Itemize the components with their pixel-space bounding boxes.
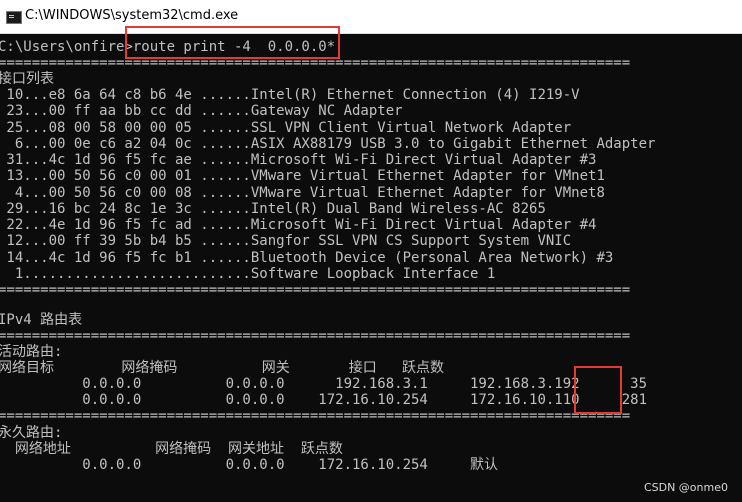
interface-row: 13...00 50 56 c0 00 01 ......VMware Virt… [0, 168, 605, 185]
ipv4-title: IPv4 路由表 [0, 312, 83, 328]
persistent-routes-title: 永久路由: [0, 425, 63, 441]
title-bar: C:\WINDOWS\system32\cmd.exe [0, 0, 742, 34]
interface-row: 22...4e 1d 96 f5 fc ad ......Microsoft W… [0, 217, 597, 233]
persistent-routes-header: 网络地址 网络掩码 网关地址 跃点数 [0, 441, 343, 457]
route-row: 0.0.0.0 0.0.0.0 172.16.10.254 172.16.10.… [0, 392, 648, 409]
route-row: 0.0.0.0 0.0.0.0 192.168.3.1 192.168.3.19… [0, 376, 648, 392]
interface-list-title: 接口列表 [0, 71, 54, 87]
active-routes-title: 活动路由: [0, 344, 63, 360]
interface-row: 4...00 50 56 c0 00 08 ......VMware Virtu… [0, 184, 605, 201]
interface-row: 14...4c 1d 96 f5 fc b1 ......Bluetooth D… [0, 249, 614, 266]
window-title: C:\WINDOWS\system32\cmd.exe [25, 8, 239, 23]
console-output[interactable]: C:\Users\onfire>route print -4 0.0.0.0* =… [0, 34, 742, 502]
interface-row: 1...........................Software Loo… [0, 265, 496, 282]
watermark: CSDN @onme0 [643, 481, 728, 494]
interface-row: 23...00 ff aa bb cc dd ......Gateway NC … [0, 103, 403, 120]
separator-line: ========================================… [0, 408, 631, 424]
command-highlight-box [125, 26, 340, 59]
persistent-route-row: 0.0.0.0 0.0.0.0 172.16.10.254 默认 [0, 457, 499, 473]
cmd-icon [6, 11, 22, 24]
interface-row: 10...e8 6a 64 c8 b6 4e ......Intel(R) Et… [0, 87, 580, 103]
separator-line: ========================================… [0, 282, 631, 298]
separator-line: ========================================… [0, 328, 631, 344]
interface-row: 29...16 bc 24 8c 1e 3c ......Intel(R) Du… [0, 200, 546, 217]
interface-row: 6...00 0e c6 a2 04 0c ......ASIX AX88179… [0, 135, 656, 152]
active-routes-header: 网络目标 网络掩码 网关 接口 跃点数 [0, 360, 445, 376]
interface-row: 12...00 ff 39 5b b4 b5 ......Sangfor SSL… [0, 233, 572, 250]
metric-highlight-box [574, 366, 622, 414]
interface-row: 25...08 00 58 00 00 05 ......SSL VPN Cli… [0, 119, 572, 136]
interface-row: 31...4c 1d 96 f5 fc ae ......Microsoft W… [0, 152, 597, 168]
